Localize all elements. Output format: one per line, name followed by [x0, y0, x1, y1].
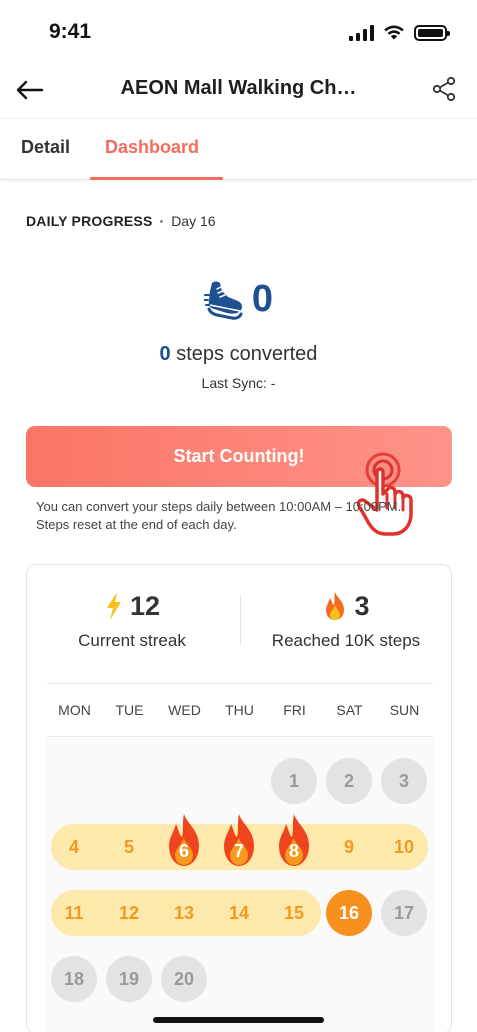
home-indicator — [153, 1017, 324, 1023]
weekday-tue: TUE — [115, 702, 144, 718]
calendar-day-number: 8 — [288, 840, 299, 861]
tab-dashboard[interactable]: Dashboard — [105, 137, 199, 158]
last-sync-text: Last Sync: - — [201, 375, 276, 391]
calendar-day-4[interactable]: 4 — [51, 824, 97, 870]
calendar-day-2[interactable]: 2 — [326, 758, 372, 804]
battery-icon — [414, 24, 450, 41]
calendar-day-7[interactable]: 7 — [216, 814, 262, 870]
lightning-icon — [106, 592, 121, 620]
calendar-day-1[interactable]: 1 — [271, 758, 317, 804]
current-streak-label: Current streak — [78, 631, 186, 650]
sneaker-icon — [203, 281, 243, 320]
calendar-day-13[interactable]: 13 — [161, 890, 207, 936]
calendar-day-12[interactable]: 12 — [106, 890, 152, 936]
daily-progress-label: DAILY PROGRESS — [26, 213, 153, 229]
calendar-day-15[interactable]: 15 — [271, 890, 317, 936]
calendar-day-19[interactable]: 19 — [106, 956, 152, 1002]
calendar-day-17[interactable]: 17 — [381, 890, 427, 936]
calendar-day-16-today[interactable]: 16 — [326, 890, 372, 936]
steps-converted-label: steps converted — [176, 343, 318, 365]
reached-10k-value: 3 — [354, 590, 370, 621]
share-icon — [432, 76, 456, 102]
calendar-weekday-header: MON TUE WED THU FRI SAT SUN — [47, 683, 433, 737]
status-bar: 9:41 — [0, 0, 477, 62]
weekday-sun: SUN — [389, 702, 420, 718]
reached-10k-label: Reached 10K steps — [271, 631, 421, 650]
steps-converted-text: 0 steps converted — [0, 343, 477, 366]
calendar-day-8[interactable]: 8 — [271, 814, 317, 870]
streak-card: 12 Current streak 3 Reached 10K steps MO… — [26, 564, 452, 1032]
daily-progress-heading: DAILY PROGRESS · Day 16 — [26, 213, 216, 229]
current-streak-value: 12 — [129, 590, 161, 621]
weekday-mon: MON — [58, 702, 91, 718]
current-streak-stat: 12 Current streak — [27, 589, 237, 651]
weekday-fri: FRI — [283, 702, 306, 718]
steps-converted-number: 0 — [159, 343, 171, 365]
top-app-bar: AEON Mall Walking Ch… — [0, 62, 477, 118]
tab-bar: Detail Dashboard — [0, 118, 477, 180]
day-label: Day 16 — [171, 213, 216, 229]
heading-separator: · — [159, 213, 165, 229]
weekday-sat: SAT — [336, 702, 363, 718]
reached-10k-stat: 3 Reached 10K steps — [241, 589, 451, 651]
wifi-icon — [384, 25, 404, 40]
calendar-day-14[interactable]: 14 — [216, 890, 262, 936]
share-button[interactable] — [429, 74, 459, 104]
status-icons — [349, 24, 450, 41]
step-count: 0 — [251, 278, 274, 320]
calendar-day-10[interactable]: 10 — [381, 824, 427, 870]
fire-icon — [326, 592, 345, 620]
calendar-day-9[interactable]: 9 — [326, 824, 372, 870]
weekday-thu: THU — [225, 702, 254, 718]
conversion-note: You can convert your steps daily between… — [36, 499, 402, 532]
calendar-day-number: 6 — [178, 840, 189, 861]
weekday-wed: WED — [168, 702, 201, 718]
calendar-day-11[interactable]: 11 — [51, 890, 97, 936]
calendar-day-6[interactable]: 6 — [161, 814, 207, 870]
calendar-day-3[interactable]: 3 — [381, 758, 427, 804]
tab-detail[interactable]: Detail — [21, 137, 70, 158]
status-time: 9:41 — [49, 20, 92, 43]
calendar-day-20[interactable]: 20 — [161, 956, 207, 1002]
calendar-day-18[interactable]: 18 — [51, 956, 97, 1002]
step-count-display: 0 — [0, 278, 477, 321]
active-tab-indicator — [90, 177, 223, 180]
cellular-signal-icon — [349, 24, 374, 41]
calendar-day-number: 7 — [233, 840, 244, 861]
page-title: AEON Mall Walking Ch… — [120, 77, 357, 99]
streak-calendar: MON TUE WED THU FRI SAT SUN 1 2 3 4 5 6 — [47, 683, 433, 1032]
calendar-day-5[interactable]: 5 — [106, 824, 152, 870]
